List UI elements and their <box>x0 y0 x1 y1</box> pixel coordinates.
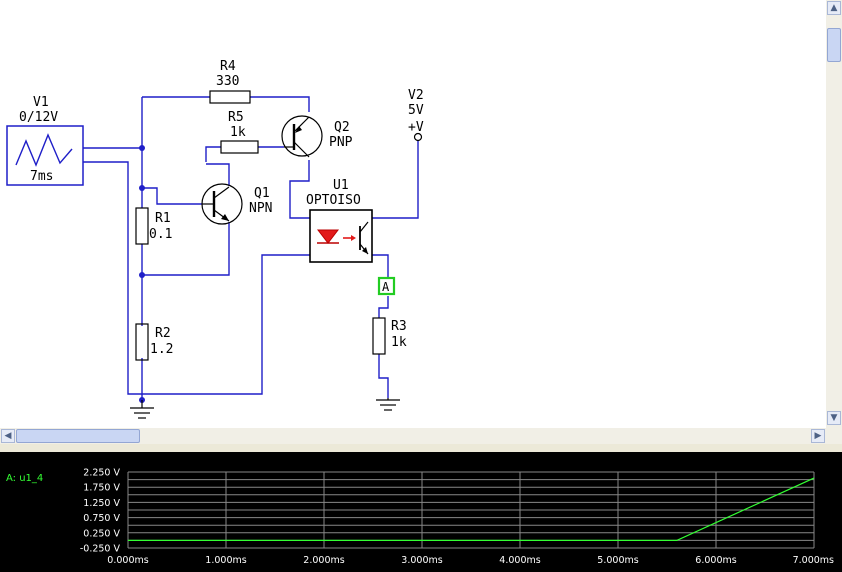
v2-value-label: 5V <box>408 103 424 118</box>
x-tick-label: 2.000ms <box>303 555 344 566</box>
scroll-left-button[interactable]: ◀ <box>1 429 15 443</box>
schematic-canvas[interactable]: V1 0/12V 7ms R4 330 R5 1k Q2 PNP Q1 NPN … <box>0 0 826 428</box>
vertical-scrollbar[interactable]: ▲ ▼ <box>826 0 842 428</box>
v2-name-label: V2 <box>408 88 424 103</box>
r1-resistor[interactable] <box>135 207 149 245</box>
y-tick-labels: 2.250 V 1.750 V 1.250 V 0.750 V 0.250 V -0.25… <box>80 468 121 555</box>
x-tick-label: 0.000ms <box>107 555 148 566</box>
x-tick-label: 6.000ms <box>695 555 736 566</box>
y-tick-label: 1.250 V <box>83 498 120 509</box>
y-tick-label: -0.250 V <box>80 544 121 555</box>
q1-npn-transistor[interactable] <box>201 183 243 225</box>
r5-name-label: R5 <box>228 110 244 125</box>
ground-symbol-left <box>130 400 154 419</box>
probe-a-label: A <box>382 280 390 294</box>
r4-value-label: 330 <box>216 74 239 89</box>
u1-name-label: U1 <box>333 178 349 193</box>
splitter-bar[interactable] <box>0 444 842 452</box>
r5-value-label: 1k <box>230 125 246 140</box>
horizontal-scrollbar[interactable]: ◀ ▶ <box>0 428 842 444</box>
q1-type-label: NPN <box>249 201 272 216</box>
v1-value-label: 0/12V <box>19 110 58 125</box>
x-tick-label: 3.000ms <box>401 555 442 566</box>
y-tick-label: 0.750 V <box>83 513 120 524</box>
x-tick-label: 7.000ms <box>793 555 834 566</box>
v1-period-label: 7ms <box>30 169 53 184</box>
r1-value-label: 0.1 <box>149 227 172 242</box>
horizontal-scroll-thumb[interactable] <box>16 429 140 443</box>
x-tick-label: 1.000ms <box>205 555 246 566</box>
scope-plot: 2.250 V 1.750 V 1.250 V 0.750 V 0.250 V -0.25… <box>80 468 834 567</box>
q2-name-label: Q2 <box>334 120 350 135</box>
v1-name-label: V1 <box>33 95 49 110</box>
q2-type-label: PNP <box>329 135 353 150</box>
x-tick-label: 5.000ms <box>597 555 638 566</box>
q2-pnp-transistor[interactable] <box>281 115 323 158</box>
r3-value-label: 1k <box>391 335 407 350</box>
r2-value-label: 1.2 <box>150 342 173 357</box>
r4-resistor[interactable] <box>209 90 251 104</box>
oscilloscope-panel[interactable]: A: u1_4 2.250 V 1.750 V 1.250 V 0.750 V 0.25… <box>0 452 842 572</box>
r1-name-label: R1 <box>155 211 171 226</box>
r5-resistor[interactable] <box>220 140 259 154</box>
vertical-scroll-thumb[interactable] <box>827 28 841 62</box>
y-tick-label: 1.750 V <box>83 483 120 494</box>
v2-terminal-label: +V <box>408 120 424 135</box>
x-tick-labels: 0.000ms 1.000ms 2.000ms 3.000ms 4.000ms 5.000… <box>107 555 834 566</box>
circuit-diagram[interactable]: V1 0/12V 7ms R4 330 R5 1k Q2 PNP Q1 NPN … <box>0 0 826 428</box>
u1-type-label: OPTOISO <box>306 193 361 208</box>
y-tick-label: 2.250 V <box>83 468 120 479</box>
scope-grid <box>127 471 815 549</box>
r3-name-label: R3 <box>391 319 407 334</box>
scroll-down-button[interactable]: ▼ <box>827 411 841 425</box>
u1-optoisolator[interactable] <box>309 209 373 263</box>
scroll-right-button[interactable]: ▶ <box>811 429 825 443</box>
q1-name-label: Q1 <box>254 186 270 201</box>
x-tick-label: 4.000ms <box>499 555 540 566</box>
r4-name-label: R4 <box>220 59 236 74</box>
y-tick-label: 0.250 V <box>83 528 120 539</box>
r2-name-label: R2 <box>155 326 171 341</box>
scroll-up-button[interactable]: ▲ <box>827 1 841 15</box>
r2-resistor[interactable] <box>135 323 149 361</box>
r3-resistor[interactable] <box>372 317 386 355</box>
ground-symbol-right <box>376 398 400 411</box>
